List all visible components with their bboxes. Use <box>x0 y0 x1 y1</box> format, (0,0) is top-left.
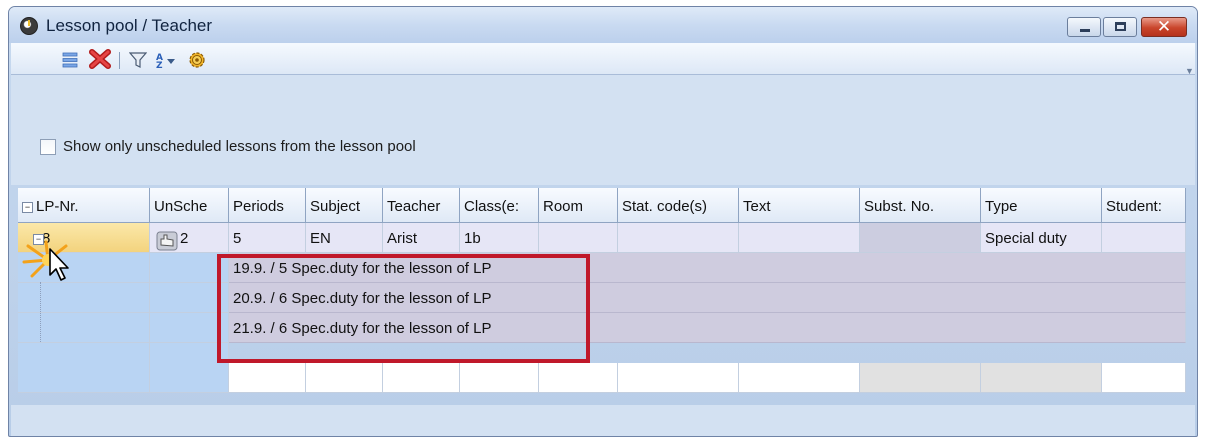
tree-connector <box>40 282 42 342</box>
column-header-students[interactable]: Student: <box>1102 188 1186 223</box>
new-row-cell[interactable] <box>306 363 383 393</box>
new-row-lp-cell[interactable] <box>18 343 150 393</box>
expand-all-icon[interactable]: − <box>22 202 33 213</box>
close-button[interactable]: ✕ <box>1141 17 1187 37</box>
app-clock-icon <box>20 17 38 35</box>
column-label: Class(e: <box>464 198 520 215</box>
column-header-classes[interactable]: Class(e: <box>460 188 539 223</box>
column-header-periods[interactable]: Periods <box>229 188 306 223</box>
new-row-cell[interactable] <box>383 363 460 393</box>
cell-subject[interactable]: EN <box>306 223 383 253</box>
delete-icon[interactable] <box>89 49 111 69</box>
list-view-icon[interactable] <box>61 51 79 69</box>
column-header-stat-codes[interactable]: Stat. code(s) <box>618 188 739 223</box>
column-label: Periods <box>233 198 284 215</box>
minimize-button[interactable] <box>1067 17 1101 37</box>
column-label: Text <box>743 198 771 215</box>
cell-type[interactable]: Special duty <box>981 223 1102 253</box>
column-label: LP-Nr. <box>36 198 79 215</box>
column-header-unscheduled[interactable]: UnSche <box>150 188 229 223</box>
column-label: Subject <box>310 198 361 215</box>
toolbar-overflow-icon[interactable]: ▼ <box>1185 67 1194 76</box>
column-header-lp-nr[interactable]: − LP-Nr. <box>18 188 150 223</box>
column-label: UnSche <box>154 198 208 215</box>
sub-row-lp-cell <box>18 283 150 313</box>
column-label: Student: <box>1106 198 1162 215</box>
cell-room[interactable] <box>539 223 618 253</box>
column-header-subject[interactable]: Subject <box>306 188 383 223</box>
close-icon: ✕ <box>1156 17 1172 37</box>
toolbar-separator <box>119 52 120 69</box>
column-header-type[interactable]: Type <box>981 188 1102 223</box>
new-row-cell[interactable] <box>1102 363 1186 393</box>
new-row-cell[interactable] <box>229 363 306 393</box>
maximize-icon <box>1115 22 1126 31</box>
cell-text[interactable] <box>739 223 860 253</box>
show-unscheduled-checkbox[interactable] <box>40 139 56 155</box>
options-panel <box>11 75 1195 185</box>
new-row-cell[interactable] <box>860 363 981 393</box>
pointing-hand-icon <box>156 231 178 251</box>
column-header-text[interactable]: Text <box>739 188 860 223</box>
new-row-cell[interactable] <box>460 363 539 393</box>
new-row-cell[interactable] <box>739 363 860 393</box>
window-controls: ✕ <box>1067 17 1187 37</box>
show-unscheduled-label: Show only unscheduled lessons from the l… <box>63 138 416 155</box>
new-row-cell[interactable] <box>539 363 618 393</box>
cell-students[interactable] <box>1102 223 1186 253</box>
mouse-pointer-icon <box>49 248 69 281</box>
grid-bottom-area <box>11 405 1195 436</box>
cell-teacher[interactable]: Arist <box>383 223 460 253</box>
toolbar: A Z ▼ <box>11 43 1195 76</box>
column-label: Room <box>543 198 584 215</box>
minimize-icon <box>1080 29 1090 32</box>
cell-class[interactable]: 1b <box>460 223 539 253</box>
sort-icon[interactable]: A Z <box>155 51 177 69</box>
settings-gear-icon[interactable] <box>187 50 207 70</box>
window-title: Lesson pool / Teacher <box>46 16 213 35</box>
highlight-box <box>217 254 590 363</box>
new-row-cell[interactable] <box>981 363 1102 393</box>
cell-periods[interactable]: 5 <box>229 223 306 253</box>
title-bar[interactable]: Lesson pool / Teacher ✕ <box>9 7 1197 43</box>
filter-icon[interactable] <box>129 51 147 69</box>
new-row-cell[interactable] <box>618 363 739 393</box>
column-label: Stat. code(s) <box>622 198 708 215</box>
column-label: Teacher <box>387 198 441 215</box>
sub-row-lp-cell <box>18 313 150 343</box>
cell-subst-no[interactable] <box>860 223 981 253</box>
cell-stat-code[interactable] <box>618 223 739 253</box>
column-header-teacher[interactable]: Teacher <box>383 188 460 223</box>
column-header-room[interactable]: Room <box>539 188 618 223</box>
column-header-subst-no[interactable]: Subst. No. <box>860 188 981 223</box>
column-label: Type <box>985 198 1018 215</box>
svg-text:Z: Z <box>156 61 163 69</box>
column-label: Subst. No. <box>864 198 935 215</box>
maximize-button[interactable] <box>1103 17 1137 37</box>
